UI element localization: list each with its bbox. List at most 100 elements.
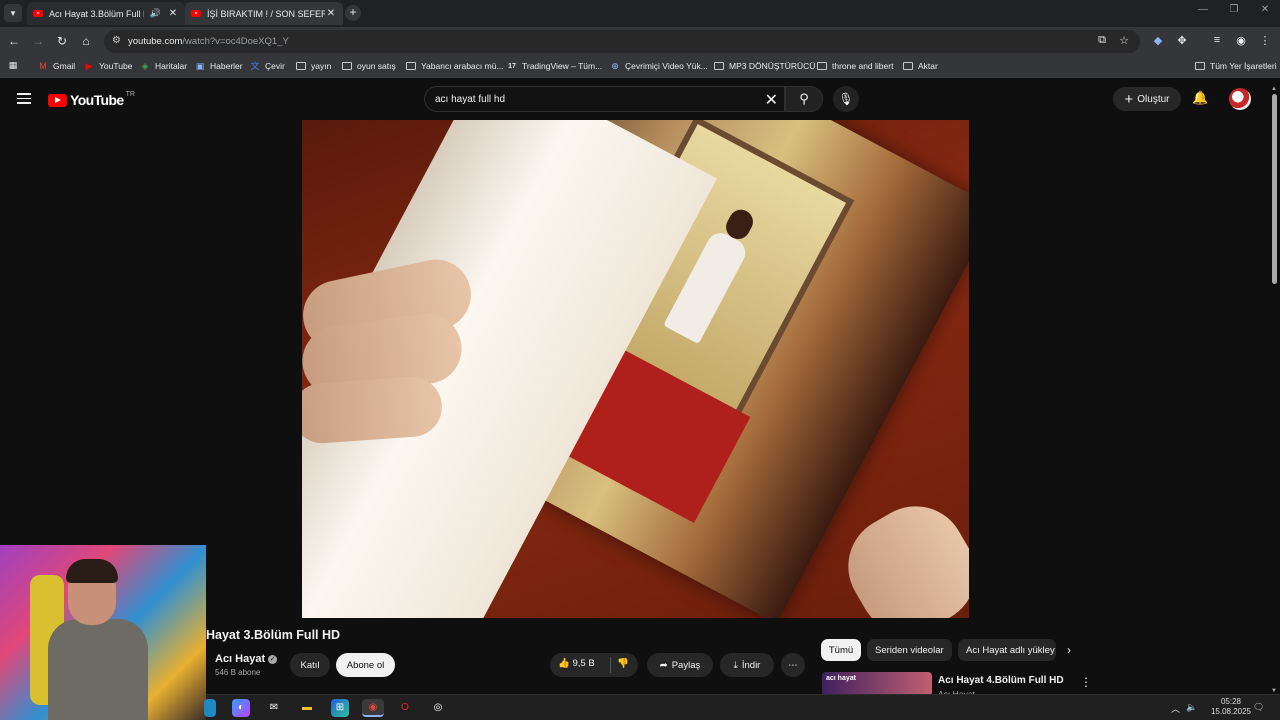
guide-menu-icon[interactable] (17, 93, 31, 104)
tray-chevron-icon[interactable]: ︿ (1171, 702, 1180, 715)
folder-icon (296, 62, 306, 70)
browser-menu-icon[interactable]: ⋮ (1257, 34, 1273, 47)
extensions-puzzle-icon[interactable]: ✥ (1174, 34, 1190, 47)
download-button[interactable]: ⤓ İndir (720, 653, 774, 677)
chrome-icon[interactable]: ◉ (362, 699, 384, 717)
video-player[interactable] (302, 120, 969, 618)
join-button[interactable]: Katıl (290, 653, 330, 677)
bookmark-yayin[interactable]: yayın (296, 61, 331, 71)
widgets-icon[interactable] (204, 699, 216, 717)
bookmark-youtube[interactable]: ▶ YouTube (84, 61, 133, 71)
bookmark-haberler[interactable]: ▣ Haberler (195, 61, 243, 71)
mail-icon[interactable]: ✉ (265, 699, 283, 717)
share-icon: ➦ (659, 659, 668, 671)
chip-uploader[interactable]: Acı Hayat adlı yükley (958, 639, 1056, 661)
subscribe-button[interactable]: Abone ol (336, 653, 395, 677)
address-bar[interactable]: ⚙ youtube.com/watch?v=oc4DoeXQ1_Y (104, 30, 1140, 53)
media-control-icon[interactable]: ≡ (1209, 34, 1225, 46)
folder-icon (817, 62, 827, 70)
home-icon[interactable]: ⌂ (78, 33, 94, 49)
search-icon: ⚲ (799, 91, 809, 106)
recommendation-thumbnail[interactable]: acı hayat (822, 672, 932, 696)
bookmark-video-converter[interactable]: ⊕ Çevrimiçi Video Yük... (610, 61, 708, 71)
more-vertical-icon[interactable]: ⋮ (1080, 675, 1092, 689)
minimize-icon[interactable]: — (1188, 4, 1218, 15)
dislike-button[interactable]: 👎 (617, 658, 629, 669)
tradingview-icon: 17 (508, 62, 516, 70)
like-button[interactable]: 👍 9,5 B (558, 658, 595, 669)
profile-icon[interactable]: ◉ (1233, 34, 1249, 47)
bookmark-haritalar[interactable]: ◈ Haritalar (140, 61, 188, 71)
windows-taskbar: ◐ ✉ ▬ ⊞ ◉ O ◎ ︿ 🔈 05:28 15.08.2025 🗨 (204, 694, 1280, 720)
obs-icon[interactable]: ◎ (429, 699, 447, 717)
translate-icon: 文 (250, 60, 260, 71)
browser-toolbar: ← → ↻ ⌂ ⚙ youtube.com/watch?v=oc4DoeXQ1_… (0, 27, 1280, 56)
subscriber-count: 546 B abone (215, 668, 261, 677)
back-icon[interactable]: ← (6, 33, 22, 49)
volume-icon[interactable]: 🔈 (1186, 702, 1197, 713)
microphone-icon: 🎙 (838, 92, 854, 106)
search-button[interactable]: ⚲ (785, 86, 823, 112)
tab-inactive[interactable]: İŞİ BIRAKTIM ! / SON SEFER...! ✕ (185, 2, 343, 25)
reload-icon[interactable]: ↻ (54, 33, 70, 49)
youtube-favicon-icon (191, 10, 201, 17)
page-scrollbar[interactable]: ▲ ▼ (1270, 86, 1278, 694)
copilot-icon[interactable]: ◐ (232, 699, 250, 717)
new-tab-button[interactable]: + (345, 5, 361, 21)
scroll-up-icon[interactable]: ▲ (1271, 86, 1277, 92)
all-bookmarks[interactable]: Tüm Yer İşaretleri (1195, 61, 1277, 71)
video-title: Hayat 3.Bölüm Full HD (206, 628, 341, 642)
chip-series[interactable]: Seriden videolar (867, 639, 952, 661)
folder-icon (903, 62, 913, 70)
tab-active[interactable]: Acı Hayat 3.Bölüm Full HD 🔊 ✕ (27, 2, 185, 25)
chevron-right-icon[interactable]: › (1067, 643, 1071, 657)
notifications-bell-icon[interactable]: 🔔 (1192, 90, 1208, 106)
folder-icon (406, 62, 416, 70)
more-actions-button[interactable]: ⋯ (781, 653, 805, 677)
browser-tab-strip: ▾ Acı Hayat 3.Bölüm Full HD 🔊 ✕ İŞİ BIRA… (0, 0, 1280, 27)
bookmark-cevir[interactable]: 文 Çevir (250, 60, 284, 71)
file-explorer-icon[interactable]: ▬ (298, 699, 316, 717)
site-info-icon[interactable]: ⚙ (112, 35, 121, 46)
bookmark-oyun-satis[interactable]: oyun satış (342, 61, 396, 71)
gmail-icon: M (39, 60, 47, 71)
notification-center-icon[interactable]: 🗨 (1253, 702, 1264, 713)
bookmark-gmail[interactable]: M Gmail (38, 61, 75, 71)
share-button[interactable]: ➦ Paylaş (647, 653, 713, 677)
forward-icon[interactable]: → (30, 33, 46, 49)
avatar[interactable] (1229, 88, 1251, 110)
bookmark-star-icon[interactable]: ☆ (1116, 34, 1132, 47)
bookmark-aktar[interactable]: Aktar (903, 61, 938, 71)
folder-icon (342, 62, 352, 70)
tab-search-icon[interactable]: ▾ (4, 4, 22, 22)
bookmark-throne[interactable]: throne and libert (817, 61, 893, 71)
clear-search-icon[interactable]: ✕ (765, 90, 778, 110)
system-clock[interactable]: 05:28 15.08.2025 (1206, 697, 1256, 717)
chip-all[interactable]: Tümü (821, 639, 861, 661)
folder-icon (1195, 62, 1205, 70)
apps-grid-icon[interactable]: ▦ (8, 61, 23, 70)
opera-icon[interactable]: O (396, 699, 414, 717)
extension-badge-icon[interactable]: ◆ (1150, 34, 1166, 47)
speaker-icon[interactable]: 🔊 (150, 8, 161, 19)
youtube-logo[interactable]: YouTube TR (48, 91, 135, 108)
voice-search-button[interactable]: 🎙 (833, 86, 859, 112)
close-tab-icon[interactable]: ✕ (325, 8, 337, 19)
close-window-icon[interactable]: ✕ (1250, 4, 1280, 15)
close-tab-icon[interactable]: ✕ (167, 8, 179, 19)
search-input[interactable]: acı hayat full hd ✕ (424, 86, 785, 112)
bookmarks-bar: ▦ M Gmail ▶ YouTube ◈ Haritalar ▣ Haberler 文… (0, 56, 1280, 78)
scrollbar-thumb[interactable] (1272, 94, 1277, 284)
bookmark-tradingview[interactable]: 17 TradingView – Tüm... (507, 61, 602, 71)
folder-icon (714, 62, 724, 70)
bookmark-yabanci[interactable]: Yabancı arabacı mü... (406, 61, 504, 71)
create-button[interactable]: + Oluştur (1113, 87, 1181, 111)
install-app-icon[interactable]: ⧉ (1094, 34, 1110, 47)
restore-icon[interactable]: ❐ (1219, 4, 1249, 15)
bookmark-mp3[interactable]: MP3 DÖNÜŞTÜRÜCÜ (714, 61, 815, 71)
like-dislike-group: 👍 9,5 B 👎 (550, 653, 638, 677)
channel-name[interactable]: Acı Hayat ✓ (215, 653, 278, 665)
recommendation-title[interactable]: Acı Hayat 4.Bölüm Full HD (938, 675, 1064, 686)
youtube-play-icon (48, 93, 67, 107)
store-icon[interactable]: ⊞ (331, 699, 349, 717)
